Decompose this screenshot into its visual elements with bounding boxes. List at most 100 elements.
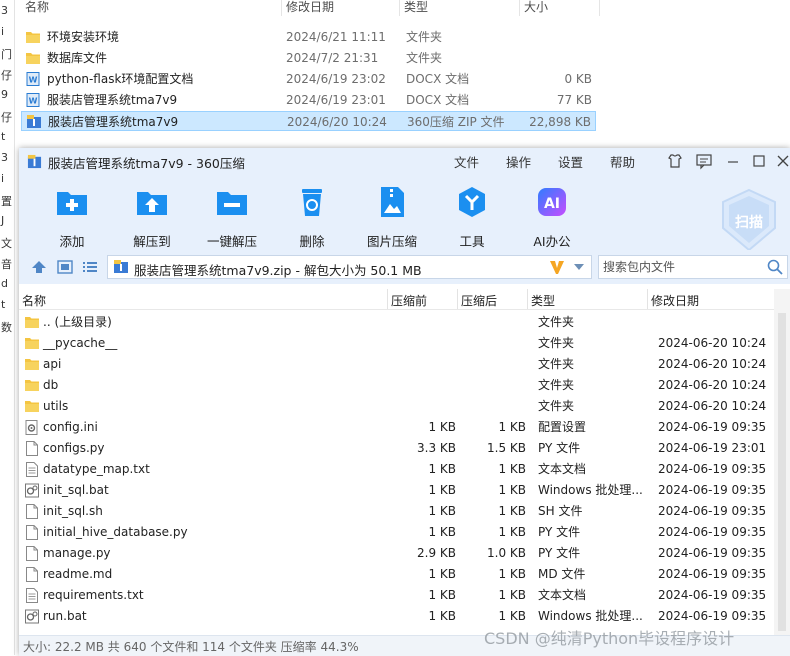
file-row[interactable]: db 文件夹 2024-06-20 10:24	[19, 375, 774, 396]
explorer-row-name: 服装店管理系统tma7v9	[47, 93, 178, 107]
close-icon[interactable]	[774, 152, 790, 170]
explorer-row-selected[interactable]: 服装店管理系统tma7v9 2024/6/20 10:24 360压缩 ZIP 文件…	[21, 111, 596, 131]
file-size-after: 1 KB	[498, 420, 526, 434]
file-row[interactable]: init_sql.bat 1 KB 1 KB Windows 批处理... 2024-0…	[19, 480, 774, 501]
word-doc-icon: W	[26, 93, 40, 107]
search-icon[interactable]	[767, 259, 783, 275]
search-input[interactable]	[601, 257, 765, 277]
col-type[interactable]: 类型	[531, 292, 555, 309]
maximize-icon[interactable]	[750, 152, 768, 170]
tool-add-button[interactable]: 添加	[37, 184, 107, 250]
explorer-col-type[interactable]: 类型	[400, 0, 520, 16]
file-icon	[25, 567, 39, 582]
tool-ai-office-button[interactable]: AI AI办公	[517, 184, 587, 250]
tool-delete-button[interactable]: 删除	[277, 184, 347, 250]
left-pane-fragment: 3	[1, 4, 8, 17]
explorer-col-size[interactable]: 大小	[520, 0, 600, 16]
file-size-after: 1 KB	[498, 483, 526, 497]
file-row[interactable]: init_sql.sh 1 KB 1 KB SH 文件 2024-06-19 09:35	[19, 501, 774, 522]
up-level-icon[interactable]	[31, 260, 47, 274]
tool-tools-button[interactable]: 工具	[437, 184, 507, 250]
vertical-scrollbar[interactable]	[774, 289, 790, 635]
zip-titlebar[interactable]: 服装店管理系统tma7v9 - 360压缩 文件 操作 设置 帮助	[19, 148, 790, 174]
tool-one-click-extract-button[interactable]: 一键解压	[197, 184, 267, 250]
file-row[interactable]: manage.py 2.9 KB 1.0 KB PY 文件 2024-06-19 09:…	[19, 543, 774, 564]
archive-path-field[interactable]: 服装店管理系统tma7v9.zip - 解包大小为 50.1 MB	[107, 255, 592, 279]
explorer-col-name[interactable]: 名称	[21, 0, 282, 16]
archive-search-box[interactable]	[598, 255, 788, 279]
file-row[interactable]: __pycache__ 文件夹 2024-06-20 10:24	[19, 333, 774, 354]
menu-settings[interactable]: 设置	[558, 152, 583, 171]
file-row[interactable]: datatype_map.txt 1 KB 1 KB 文本文档 2024-06-19 0…	[19, 459, 774, 480]
list-view-icon[interactable]	[82, 260, 98, 274]
left-pane-fragment: 数	[1, 321, 12, 334]
feedback-icon[interactable]	[695, 152, 713, 170]
file-name: api	[43, 357, 62, 371]
image-compress-icon	[381, 187, 404, 217]
explorer-row[interactable]: Wpython-flask环境配置文档 2024/6/19 23:02 DOCX 文…	[21, 69, 596, 89]
folder-icon	[25, 315, 39, 330]
thumbnail-view-icon[interactable]	[57, 260, 73, 274]
menu-operate[interactable]: 操作	[506, 152, 531, 171]
zip-window-title: 服装店管理系统tma7v9 - 360压缩	[48, 156, 245, 171]
zip-window: 服装店管理系统tma7v9 - 360压缩 文件 操作 设置 帮助 添加 解压到…	[19, 148, 790, 656]
ai-office-icon: AI	[538, 188, 566, 216]
file-row[interactable]: configs.py 3.3 KB 1.5 KB PY 文件 2024-06-19 23…	[19, 438, 774, 459]
col-divider[interactable]	[527, 289, 528, 309]
tool-tools-label: 工具	[459, 234, 485, 249]
file-row[interactable]: initial_hive_database.py 1 KB 1 KB PY 文件 202…	[19, 522, 774, 543]
file-icon	[25, 546, 39, 561]
file-type: 文件夹	[538, 378, 575, 392]
v-brand-icon[interactable]	[548, 258, 566, 276]
tool-add-label: 添加	[59, 234, 85, 249]
extract-to-icon	[137, 192, 167, 215]
file-row[interactable]: api 文件夹 2024-06-20 10:24	[19, 354, 774, 375]
file-size-before: 3.3 KB	[417, 441, 456, 455]
col-after[interactable]: 压缩后	[461, 292, 497, 309]
file-icon	[25, 525, 39, 540]
skin-icon[interactable]	[666, 152, 684, 170]
explorer-col-date[interactable]: 修改日期	[282, 0, 400, 16]
file-row[interactable]: readme.md 1 KB 1 KB MD 文件 2024-06-19 09:35	[19, 564, 774, 585]
tool-extract-to-button[interactable]: 解压到	[117, 184, 187, 250]
col-divider[interactable]	[457, 289, 458, 309]
scrollbar-thumb[interactable]	[778, 313, 786, 631]
col-before[interactable]: 压缩前	[391, 292, 427, 309]
file-name: db	[43, 378, 59, 392]
col-name[interactable]: 名称	[22, 292, 46, 309]
scan-button[interactable]: 扫描	[719, 188, 779, 254]
file-type: MD 文件	[538, 567, 586, 581]
file-row[interactable]: config.ini 1 KB 1 KB 配置设置 2024-06-19 09:35	[19, 417, 774, 438]
file-row[interactable]: requirements.txt 1 KB 1 KB 文本文档 2024-06-19 0…	[19, 585, 774, 606]
batch-file-icon	[25, 609, 39, 624]
menu-help[interactable]: 帮助	[610, 152, 635, 171]
file-size-before: 1 KB	[428, 504, 456, 518]
explorer-row[interactable]: 环境安装环境 2024/6/21 11:11 文件夹	[21, 27, 596, 47]
minimize-icon[interactable]	[724, 152, 742, 170]
explorer-row[interactable]: W 服装店管理系统tma7v9 2024/6/19 23:01 DOCX 文档 77 K…	[21, 90, 596, 110]
zip-toolbar: 添加 解压到 一键解压 删除 图片压缩 工具 AI AI办公 扫描	[19, 174, 790, 252]
folder-icon	[25, 336, 39, 351]
col-date[interactable]: 修改日期	[651, 292, 699, 309]
file-date: 2024-06-20 10:24	[658, 399, 767, 413]
menu-file[interactable]: 文件	[454, 152, 479, 171]
explorer-row[interactable]: 数据库文件 2024/7/2 21:31 文件夹	[21, 48, 596, 68]
file-type: 文件夹	[538, 399, 575, 413]
file-row[interactable]: run.bat 1 KB 1 KB Windows 批处理... 2024-06-19 …	[19, 606, 774, 627]
file-row[interactable]: utils 文件夹 2024-06-20 10:24	[19, 396, 774, 417]
file-name: run.bat	[43, 609, 87, 623]
tool-image-compress-button[interactable]: 图片压缩	[357, 184, 427, 250]
explorer-left-pane: 3i门仔9仔t3i置J文音dt数	[0, 0, 15, 655]
file-size-before: 2.9 KB	[417, 546, 456, 560]
svg-text:W: W	[29, 97, 38, 106]
file-size-after: 1 KB	[498, 588, 526, 602]
file-type: PY 文件	[538, 546, 581, 560]
file-row[interactable]: .. (上级目录) 文件夹	[19, 312, 774, 333]
col-divider[interactable]	[387, 289, 388, 309]
folder-icon	[26, 51, 40, 65]
file-size-before: 1 KB	[428, 567, 456, 581]
explorer-row-name: 数据库文件	[47, 51, 108, 65]
col-divider[interactable]	[647, 289, 648, 309]
chevron-down-icon[interactable]	[574, 264, 584, 270]
zip-archive-icon	[27, 115, 41, 129]
